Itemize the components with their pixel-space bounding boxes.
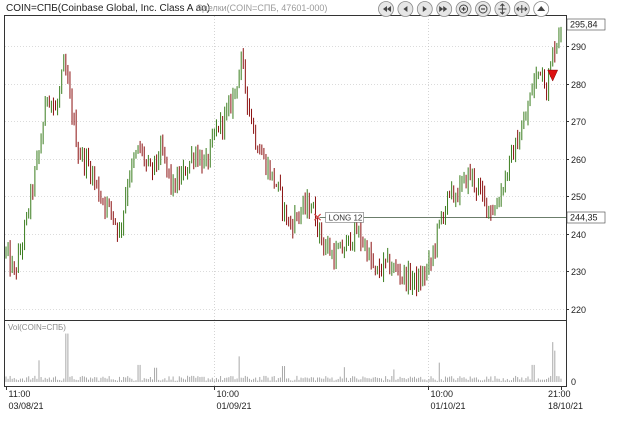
- grid-lines: [5, 16, 566, 386]
- trade-marker[interactable]: ✕ LONG 12: [313, 210, 364, 224]
- scroll-up-button[interactable]: [533, 1, 550, 17]
- zoom-out-button[interactable]: [475, 1, 491, 17]
- x-axis: 11:00 03/08/21 10:00 01/09/21 10:00 01/10/21 2…: [6, 386, 583, 411]
- x-tick-label: 10:00: [217, 389, 240, 399]
- y-tick-label: 290: [571, 42, 586, 52]
- volume-panel-label: Vol(COIN=СПБ): [8, 323, 66, 332]
- volume-tick-label: 0: [571, 377, 576, 387]
- x-date-label: 01/10/21: [431, 401, 466, 411]
- fit-horizontal-button[interactable]: [513, 1, 530, 17]
- volume-panel-border: [4, 320, 567, 387]
- y-tick-label: 220: [571, 305, 586, 315]
- buy-marker-icon: ✕: [313, 210, 323, 224]
- x-tick-label: 21:00: [548, 389, 571, 399]
- current-price-tag: 295,84: [566, 18, 606, 31]
- y-tick-label: 240: [571, 230, 586, 240]
- candlestick-series: [5, 26, 562, 297]
- y-tick-label: 270: [571, 117, 586, 127]
- scroll-right-button[interactable]: [416, 1, 433, 17]
- price-chart[interactable]: 2202302402502602702802900 11:0003/08/211…: [0, 0, 620, 416]
- chart-navigation-toolbar: [378, 1, 550, 17]
- scroll-left-button[interactable]: [397, 1, 414, 17]
- chart-window: 220 230 240 250 260 270 280 290 0 11:00 03/08/21 1…: [0, 0, 620, 416]
- scroll-first-button[interactable]: [378, 1, 394, 17]
- trade-label: LONG 12: [329, 213, 363, 222]
- fit-vertical-button[interactable]: [494, 1, 511, 17]
- y-tick-label: 260: [571, 155, 586, 165]
- chart-title: COIN=СПБ(Coinbase Global, Inc. Class A a…: [6, 3, 210, 14]
- x-tick-label: 10:00: [431, 389, 454, 399]
- y-tick-label: 250: [571, 192, 586, 202]
- x-date-label: 01/09/21: [217, 401, 252, 411]
- x-tick-label: 11:00: [9, 389, 31, 399]
- y-tick-label: 230: [571, 267, 586, 277]
- volume-series: [5, 333, 562, 382]
- y-tick-label: 280: [571, 80, 586, 90]
- sell-marker-icon[interactable]: [547, 69, 559, 82]
- level-price-tag: 244,35: [566, 211, 606, 224]
- price-panel-border: [4, 15, 567, 321]
- current-price-label: 295,84: [570, 20, 598, 30]
- level-price-label: 244,35: [570, 213, 598, 223]
- scroll-last-button[interactable]: [436, 1, 453, 17]
- x-date-label: 03/08/21: [9, 401, 44, 411]
- chart-subtitle: Сделки(COIN=СПБ, 47601-000): [196, 3, 327, 13]
- x-date-label: 18/10/21: [548, 401, 583, 411]
- zoom-in-button[interactable]: [455, 1, 472, 17]
